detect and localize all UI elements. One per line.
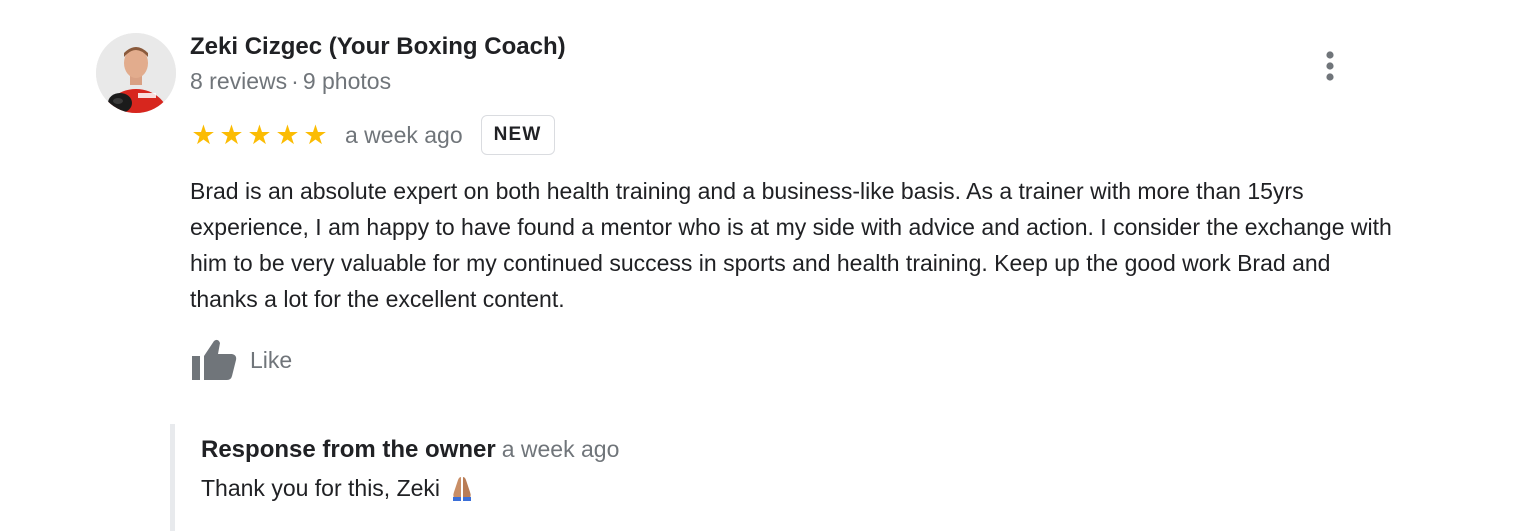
meta-separator: · bbox=[291, 68, 299, 94]
owner-response-text-row: Thank you for this, Zeki bbox=[201, 474, 476, 502]
owner-response-title: Response from the owner bbox=[201, 436, 496, 463]
profile-photo-icon bbox=[96, 33, 176, 113]
folded-hands-icon bbox=[448, 474, 476, 502]
thumbs-up-icon bbox=[192, 339, 237, 380]
author-stats[interactable]: 8 reviews · 9 photos bbox=[190, 68, 391, 95]
like-button[interactable]: Like bbox=[190, 338, 292, 382]
owner-response-text: Thank you for this, Zeki bbox=[201, 474, 441, 501]
star-icon: ★ bbox=[303, 119, 328, 150]
photos-count: 9 photos bbox=[302, 68, 392, 94]
review-text: Brad is an absolute expert on both healt… bbox=[190, 178, 1392, 312]
star-rating: ★ ★ ★ ★ ★ bbox=[190, 119, 329, 150]
owner-response: Response from the owner a week ago Thank … bbox=[170, 424, 1375, 531]
review-card: Zeki Cizgec (Your Boxing Coach) 8 review… bbox=[0, 0, 1526, 531]
star-icon: ★ bbox=[275, 119, 300, 150]
rating-row: ★ ★ ★ ★ ★ a week ago NEW bbox=[190, 113, 555, 157]
owner-response-header: Response from the owner a week ago bbox=[201, 436, 619, 464]
review-time: a week ago bbox=[345, 121, 463, 148]
author-name[interactable]: Zeki Cizgec (Your Boxing Coach) bbox=[190, 33, 566, 61]
owner-response-time: a week ago bbox=[501, 436, 620, 462]
star-icon: ★ bbox=[191, 119, 216, 150]
like-label: Like bbox=[250, 346, 293, 373]
star-icon: ★ bbox=[219, 119, 244, 150]
reviews-count: 8 reviews bbox=[190, 68, 288, 94]
new-badge: NEW bbox=[480, 115, 555, 155]
more-options-button[interactable] bbox=[1316, 48, 1344, 84]
star-icon: ★ bbox=[247, 119, 272, 150]
more-vert-icon bbox=[1326, 51, 1334, 81]
author-avatar[interactable] bbox=[96, 33, 176, 113]
